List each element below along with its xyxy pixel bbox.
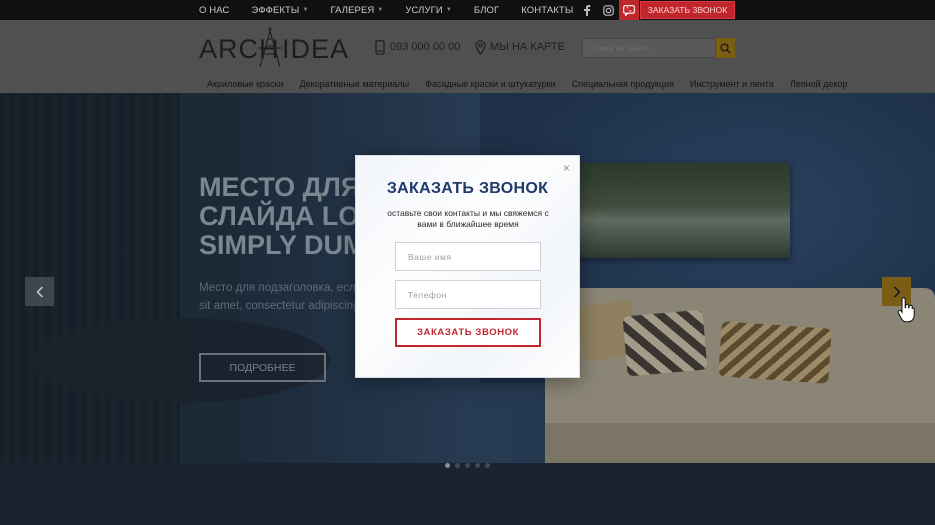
category-item-facade[interactable]: Фасадные краски и штукатурки: [425, 79, 555, 89]
hand-cursor-icon: [897, 297, 915, 323]
chevron-left-icon: [35, 285, 43, 298]
chevron-down-icon: ▼: [445, 7, 452, 13]
top-nav-label: КОНТАКТЫ: [521, 4, 574, 16]
slide-background-floor: [0, 463, 935, 525]
top-nav-label: О НАС: [199, 4, 230, 16]
slider-dot[interactable]: [455, 463, 460, 468]
phone-field[interactable]: Телефон: [395, 280, 541, 309]
top-nav-label: БЛОГ: [473, 4, 500, 16]
map-pin-icon: [475, 39, 486, 55]
phone-icon: [375, 39, 385, 55]
slide-subtitle-line: Место для подзаголовка, если он нужен. L…: [199, 282, 359, 294]
category-item-acrylic[interactable]: Акриловые краски: [207, 79, 284, 89]
site-logo[interactable]: ARCH IDEA: [199, 26, 348, 68]
top-nav-label: ЭФФЕКТЫ: [251, 4, 300, 16]
search-input[interactable]: Поиск на сайте...: [582, 38, 716, 58]
callback-icon[interactable]: [619, 0, 639, 20]
slide-background-sofa-base: [545, 423, 935, 463]
instagram-icon[interactable]: [598, 0, 618, 20]
slider-dot[interactable]: [485, 463, 490, 468]
category-item-special[interactable]: Специальная продукция: [572, 79, 674, 89]
facebook-icon[interactable]: [577, 0, 597, 20]
top-nav-label: ГАЛЕРЕЯ: [330, 4, 375, 16]
name-field[interactable]: Ваше имя: [395, 242, 541, 271]
category-item-stucco[interactable]: Лепной декор: [790, 79, 848, 89]
top-nav-item-services[interactable]: УСЛУГИ ▼: [405, 5, 451, 16]
map-link[interactable]: МЫ НА КАРТЕ: [475, 39, 565, 55]
phone-number: 093 000 00 00: [390, 41, 461, 53]
slide-more-button[interactable]: ПОДРОБНЕЕ: [199, 353, 326, 382]
order-call-button[interactable]: ЗАКАЗАТЬ ЗВОНОК: [640, 1, 735, 19]
category-nav: Акриловые краски Декоративные материалы …: [199, 77, 855, 91]
modal-description: оставьте свои контакты и мы свяжемся с в…: [387, 208, 549, 229]
slide-title-line: SIMPLY DUMMY TEXT: [199, 230, 369, 260]
slider-dot[interactable]: [445, 463, 450, 468]
slider-dots: [445, 463, 495, 468]
slide-background-pillow: [718, 321, 832, 384]
chevron-right-icon: [893, 285, 901, 298]
top-nav-item-about[interactable]: О НАС: [199, 5, 229, 16]
header-phone[interactable]: 093 000 00 00: [375, 39, 460, 55]
logo-tower-icon: [258, 27, 282, 68]
search-icon: [720, 42, 731, 54]
top-nav: О НАС ЭФФЕКТЫ ▼ ГАЛЕРЕЯ ▼ УСЛУГИ ▼ БЛОГ КОН…: [199, 0, 595, 20]
slide-title-line: МЕСТО ДЛЯ ЗАГОЛОВКА: [199, 173, 369, 202]
chevron-down-icon: ▼: [377, 7, 384, 13]
top-nav-label: УСЛУГИ: [405, 4, 443, 16]
slide-background-curtain: [0, 93, 180, 525]
submit-callback-button[interactable]: ЗАКАЗАТЬ ЗВОНОК: [395, 318, 541, 347]
top-nav-item-blog[interactable]: БЛОГ: [474, 5, 499, 16]
slider-dot[interactable]: [465, 463, 470, 468]
slide-subtitle: Место для подзаголовка, если он нужен. L…: [199, 279, 359, 315]
top-nav-item-contacts[interactable]: КОНТАКТЫ: [521, 5, 573, 16]
slider-dot[interactable]: [475, 463, 480, 468]
close-icon[interactable]: ×: [563, 161, 570, 175]
top-bar: О НАС ЭФФЕКТЫ ▼ ГАЛЕРЕЯ ▼ УСЛУГИ ▼ БЛОГ КОН…: [0, 0, 935, 20]
slide-background-painting: [575, 163, 790, 258]
category-item-tools[interactable]: Инструмент и лента: [690, 79, 774, 89]
map-link-label: МЫ НА КАРТЕ: [490, 41, 565, 53]
category-item-decorative[interactable]: Декоративные материалы: [300, 79, 410, 89]
slider-prev-button[interactable]: [25, 277, 54, 306]
top-nav-item-gallery[interactable]: ГАЛЕРЕЯ ▼: [331, 5, 384, 16]
slide-subtitle-line: sit amet, consectetur adipiscing elit: [199, 300, 359, 312]
modal-title: ЗАКАЗАТЬ ЗВОНОК: [386, 180, 549, 197]
search-button[interactable]: [716, 38, 735, 58]
logo-text-right: IDEA: [282, 34, 350, 64]
slide-title-line: СЛАЙДА LOREM IPSUM: [199, 201, 369, 231]
slide-background-pillow: [622, 309, 708, 377]
callback-modal: × ЗАКАЗАТЬ ЗВОНОК оставьте свои контакты…: [356, 156, 579, 377]
slide-title: МЕСТО ДЛЯ ЗАГОЛОВКА СЛАЙДА LOREM IPSUM S…: [199, 173, 369, 260]
top-nav-item-effects[interactable]: ЭФФЕКТЫ ▼: [251, 5, 308, 16]
chevron-down-icon: ▼: [302, 7, 309, 13]
